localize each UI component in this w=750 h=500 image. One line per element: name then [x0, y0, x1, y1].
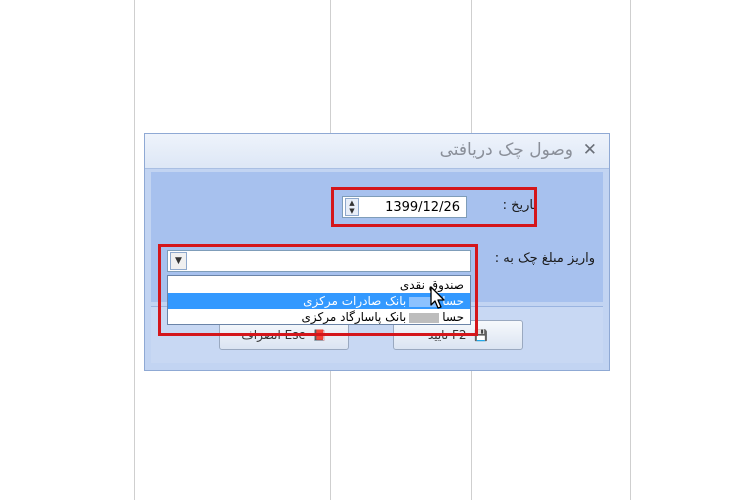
- dialog-title-bar: وصول چک دریافتی ✕: [145, 134, 609, 169]
- dialog-title: وصول چک دریافتی: [439, 140, 573, 160]
- cursor-icon: [430, 286, 445, 309]
- close-icon[interactable]: ✕: [583, 140, 597, 160]
- grid-line: [134, 0, 135, 500]
- grid-line: [630, 0, 631, 500]
- receive-check-dialog: وصول چک دریافتی ✕ تاریخ : ▲ ▼ 1399/12/26 …: [144, 133, 610, 371]
- date-highlight-box: [331, 187, 537, 227]
- deposit-label: واریز مبلغ چک به :: [494, 251, 595, 266]
